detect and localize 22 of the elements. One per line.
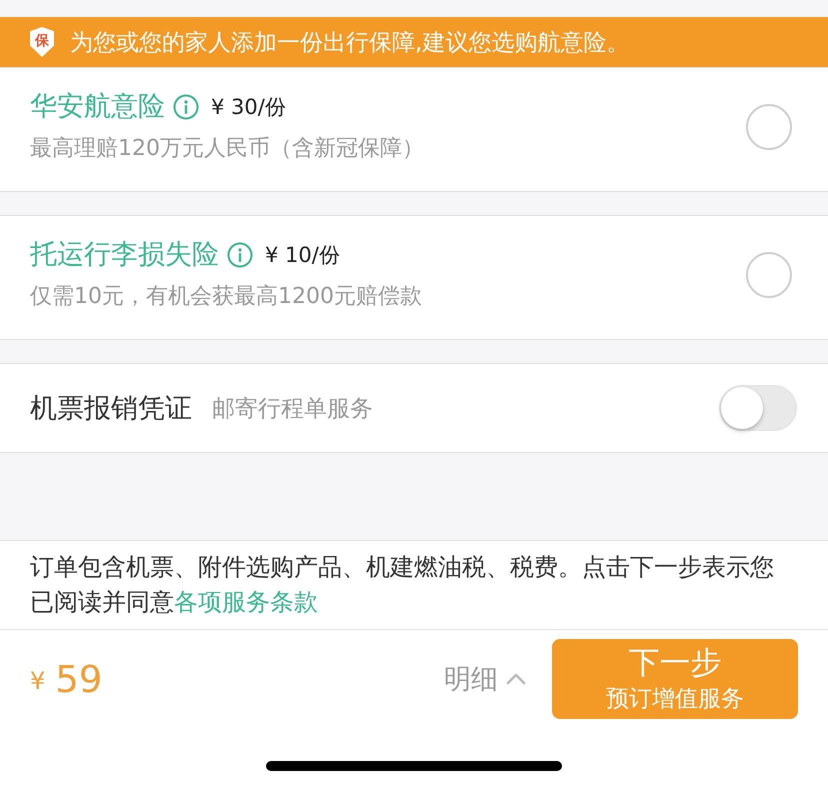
- invoice-label: 机票报销凭证: [30, 392, 192, 426]
- option-title: 华安航意险: [30, 90, 165, 124]
- price-text: ¥ 30/份: [211, 94, 286, 121]
- notice-text: 订单包含机票、附件选购产品、机建燃油税、税费。点击下一步表示您已阅读并同意各项服务条款: [30, 552, 775, 618]
- total-price: 59: [55, 658, 102, 700]
- terms-link[interactable]: 各项服务条款: [174, 588, 318, 616]
- details-button[interactable]: 明细: [444, 661, 526, 697]
- currency-symbol: ¥: [30, 667, 46, 695]
- price-text: ¥ 10/份: [265, 242, 340, 269]
- toggle-switch[interactable]: [719, 385, 797, 431]
- radio-button[interactable]: [746, 252, 792, 298]
- insurance-badge: 保: [30, 27, 54, 57]
- invoice-description: 邮寄行程单服务: [212, 394, 373, 424]
- chevron-up-icon: [506, 673, 526, 685]
- option-description: 仅需10元，有机会获最高1200元赔偿款: [30, 283, 422, 311]
- info-icon[interactable]: [227, 242, 253, 268]
- banner-text: 为您或您的家人添加一份出行保障,建议您选购航意险。: [70, 28, 630, 58]
- radio-button[interactable]: [746, 104, 792, 150]
- option-description: 最高理赔120万元人民币（含新冠保障）: [30, 135, 424, 163]
- option-title: 托运行李损失险: [30, 238, 219, 272]
- next-step-button[interactable]: 下一步 预订增值服务: [552, 639, 798, 719]
- info-icon[interactable]: [173, 94, 199, 120]
